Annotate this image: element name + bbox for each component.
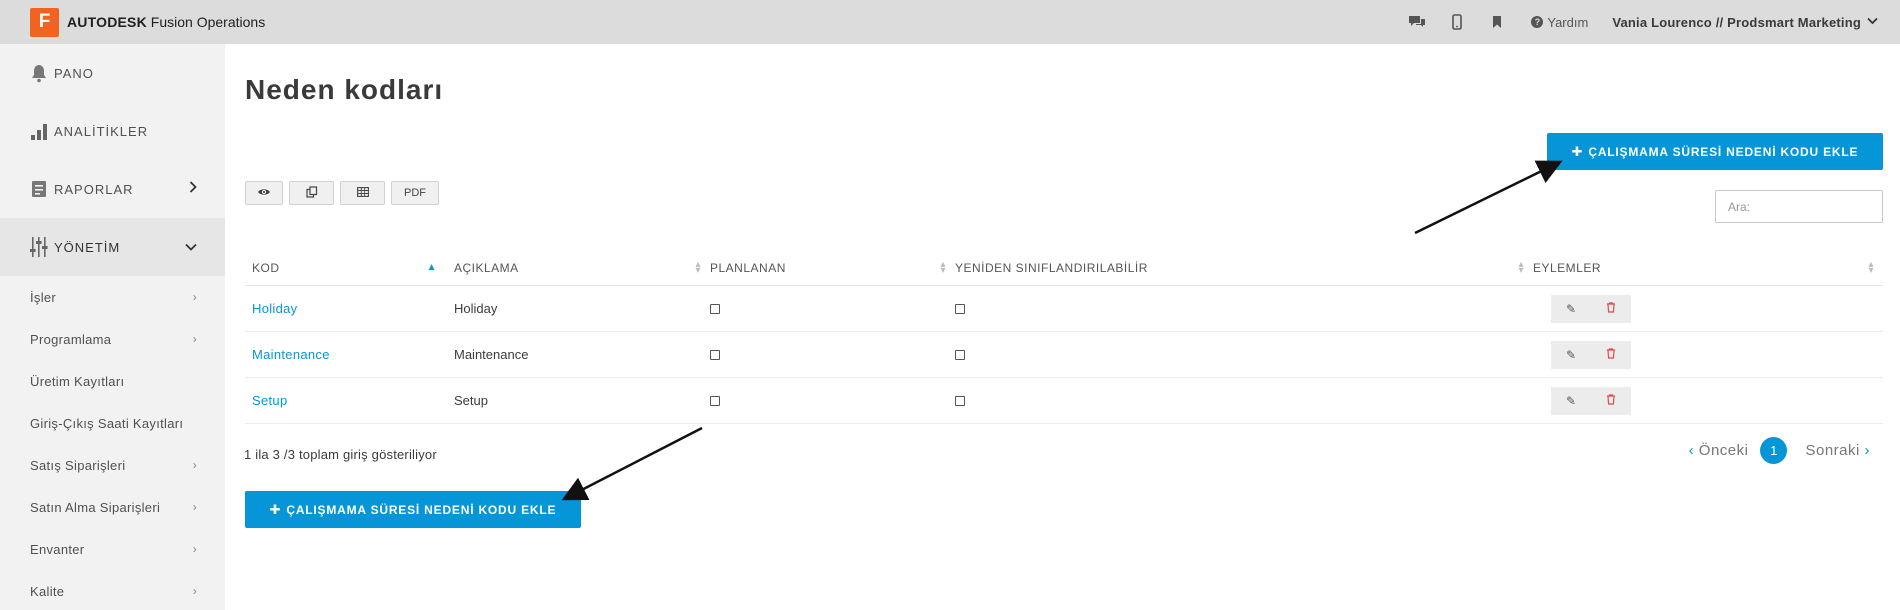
annotation-arrow-top (1414, 160, 1563, 235)
annotation-arrow-bottom (561, 426, 703, 501)
annotation-arrows (561, 160, 1563, 501)
